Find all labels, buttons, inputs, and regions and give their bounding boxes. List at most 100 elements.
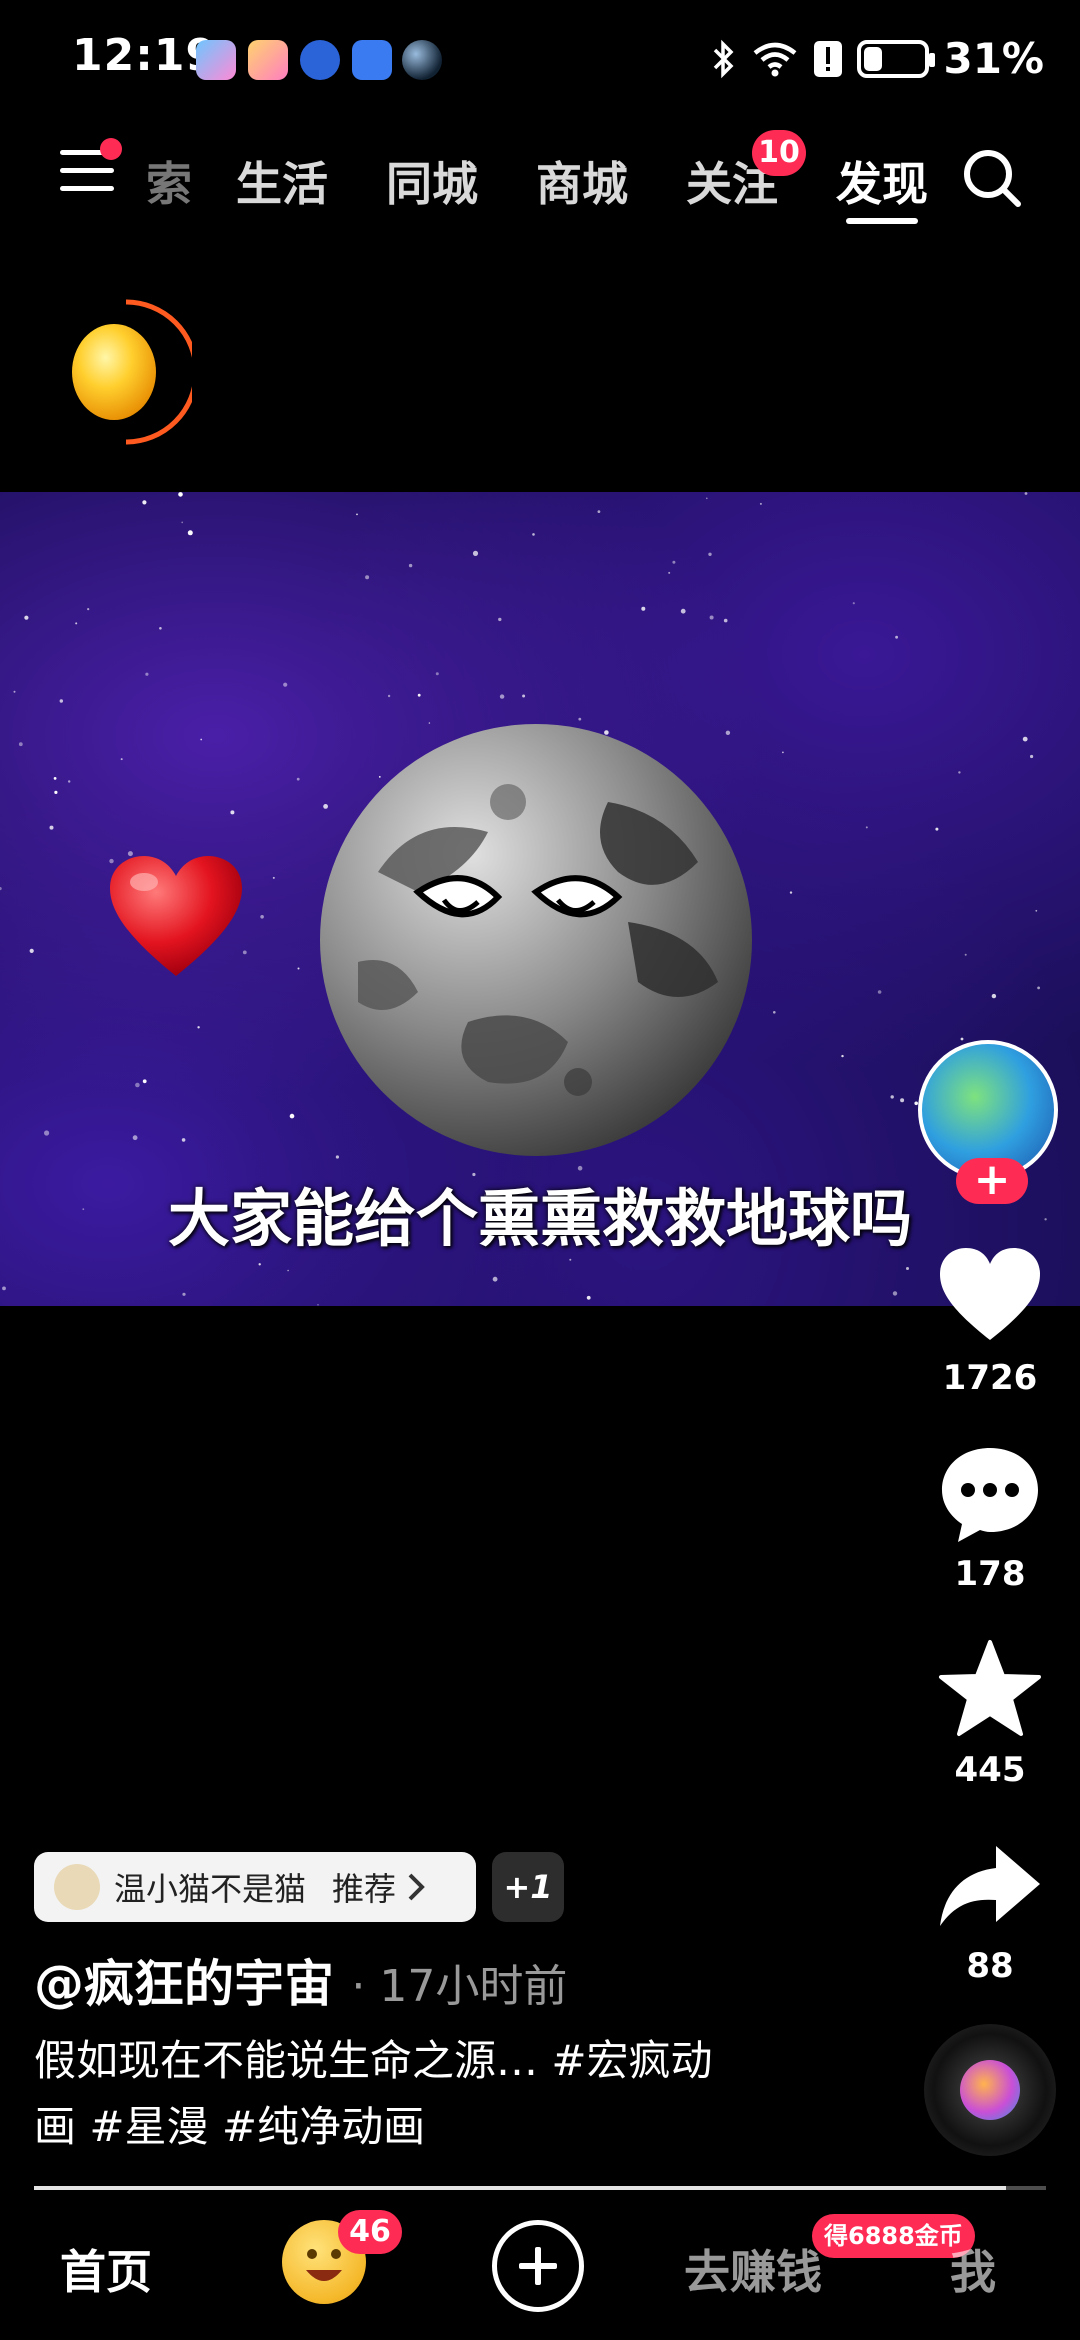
video-player[interactable]: 大家能给个熏熏救救地球吗 [0, 492, 1080, 1306]
star-dot [1022, 736, 1028, 742]
author-name[interactable]: @疯狂的宇宙 [34, 1955, 334, 2013]
active-tab-indicator [846, 218, 918, 224]
star-dot [958, 771, 961, 774]
star-dot [435, 672, 439, 676]
star-dot [145, 672, 149, 676]
star-dot [181, 521, 184, 524]
star-dot [365, 575, 370, 580]
star-dot [75, 622, 78, 625]
share-icon[interactable] [936, 1832, 1044, 1940]
star-dot [906, 1267, 909, 1270]
star-dot [187, 530, 193, 536]
tab-life[interactable]: 生活 [236, 148, 328, 214]
like-icon[interactable] [936, 1244, 1044, 1352]
post-time: · 17小时前 [351, 1961, 568, 2012]
tab-discover[interactable]: 发现 [836, 148, 928, 214]
star-dot [597, 510, 601, 513]
star-dot [672, 560, 676, 564]
star-dot [1037, 986, 1040, 990]
star-dot [532, 533, 535, 536]
star-dot [283, 682, 288, 687]
star-dot [417, 693, 421, 697]
star-dot [53, 777, 57, 780]
star-dot [142, 1079, 147, 1084]
battery-icon [857, 39, 936, 78]
star-dot [877, 990, 882, 994]
tab-local[interactable]: 同城 [386, 148, 478, 214]
star-dot [182, 1292, 186, 1296]
star-dot [142, 500, 147, 505]
tab-search-partial[interactable]: 索 [146, 148, 192, 214]
gold-egg-icon[interactable] [66, 298, 192, 448]
search-icon[interactable] [960, 146, 1024, 210]
star-dot [668, 571, 671, 574]
chevron-right-icon [408, 1873, 425, 1901]
app-icon [352, 40, 392, 80]
bluetooth-icon [714, 39, 734, 78]
star-dot [24, 615, 29, 620]
star-dot [120, 758, 123, 761]
star-dot [356, 513, 358, 516]
video-subtitle: 大家能给个熏熏救救地球吗 [167, 1182, 912, 1255]
game-app-icon [248, 40, 288, 80]
alert-icon [814, 40, 843, 77]
star-dot [54, 790, 58, 794]
star-dot [472, 550, 479, 556]
follow-button[interactable]: + [956, 1158, 1028, 1204]
author-line: @疯狂的宇宙 · 17小时前 [34, 1944, 567, 2016]
star-dot [586, 1295, 591, 1300]
wifi-icon [754, 42, 797, 76]
recommend-chip[interactable]: 温小猫不是猫 推荐 [34, 1852, 476, 1922]
nav-me[interactable]: 我 [950, 2236, 996, 2302]
star-dot [1035, 909, 1038, 912]
share-count: 88 [966, 1946, 1014, 1986]
star-dot [1024, 492, 1028, 495]
star-dot [499, 694, 505, 699]
nav-earn[interactable]: 去赚钱 [684, 2236, 822, 2302]
star-dot [272, 876, 275, 879]
star-dot [317, 1304, 319, 1306]
star-dot [408, 563, 413, 568]
star-dot [29, 948, 34, 953]
star-dot [569, 1258, 572, 1261]
star-dot [498, 617, 502, 622]
star-dot [578, 717, 582, 721]
robot-app-icon [300, 40, 340, 80]
star-dot [44, 1130, 50, 1136]
orb-app-icon [402, 40, 442, 80]
star-dot [709, 615, 714, 620]
star-dot [759, 502, 762, 505]
moon-character [320, 724, 752, 1156]
comment-icon[interactable] [936, 1440, 1044, 1548]
star-dot [18, 742, 23, 747]
star-dot [296, 777, 300, 781]
music-disc[interactable] [924, 2024, 1056, 2156]
star-dot [782, 751, 784, 754]
favorite-count: 445 [954, 1750, 1026, 1790]
star-dot [68, 780, 71, 783]
star-dot [258, 1263, 261, 1266]
recommend-label: 推荐 [332, 1870, 397, 1908]
star-dot [159, 627, 162, 630]
heart-emoji-icon [110, 856, 242, 976]
star-dot [260, 915, 264, 919]
star-dot [935, 827, 939, 831]
star-dot [895, 635, 898, 639]
star-dot [960, 1037, 964, 1041]
favorite-star-icon[interactable] [936, 1636, 1044, 1744]
plus-one-badge[interactable]: +1 [492, 1852, 564, 1922]
tab-mall[interactable]: 商城 [536, 148, 628, 214]
star-dot [181, 1138, 186, 1142]
create-button[interactable] [492, 2220, 584, 2312]
nav-home[interactable]: 首页 [60, 2236, 152, 2302]
video-description[interactable]: 假如现在不能说生命之源… #宏疯动画 #星漫 #纯净动画 [34, 2028, 754, 2160]
star-dot [641, 606, 646, 611]
star-dot [708, 552, 712, 556]
star-dot [387, 694, 391, 698]
star-dot [706, 497, 708, 500]
star-dot [197, 1026, 200, 1029]
star-dot [892, 1291, 898, 1296]
star-dot [289, 1113, 295, 1119]
emoji-count-badge: 46 [338, 2210, 402, 2254]
battery-percent: 31% [943, 34, 1044, 83]
